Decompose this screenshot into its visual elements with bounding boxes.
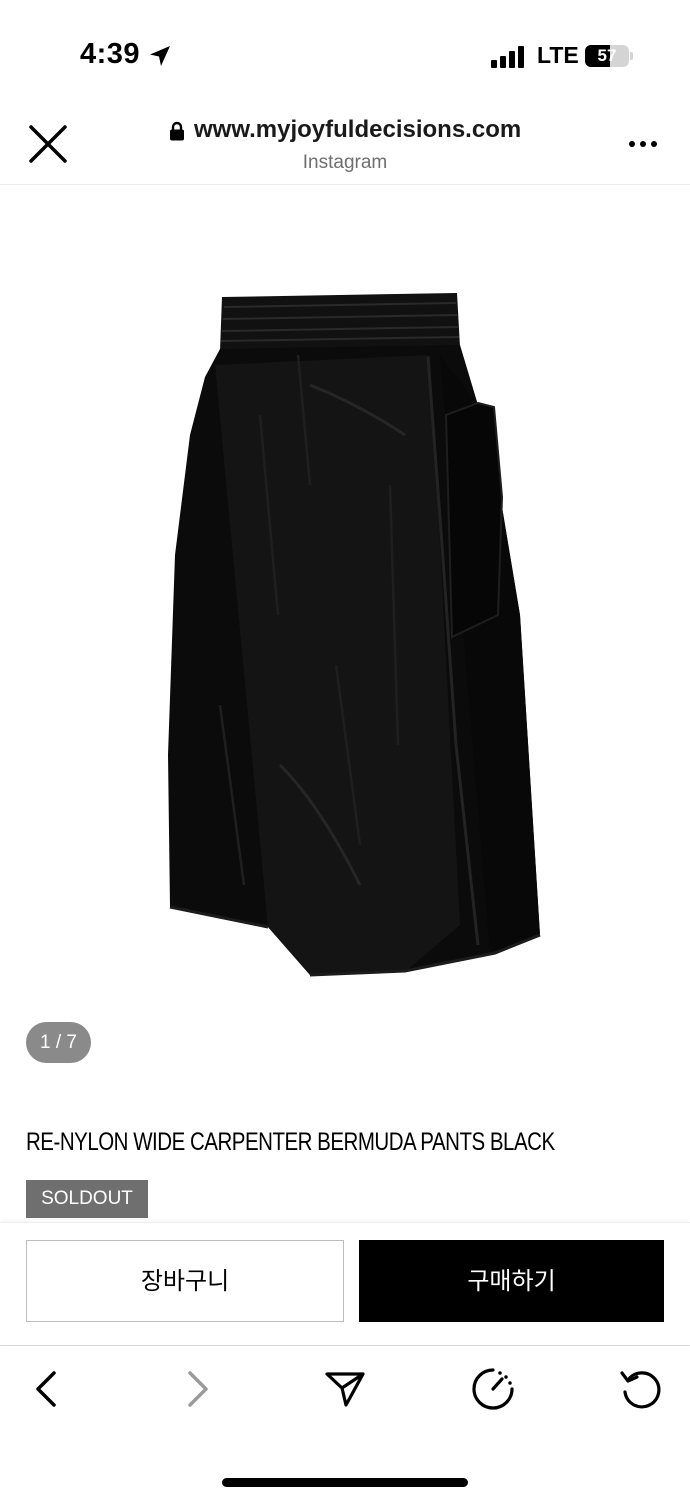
back-icon[interactable] [24, 1366, 70, 1412]
battery-tip [630, 52, 633, 60]
buy-button[interactable]: 구매하기 [359, 1240, 664, 1322]
lock-icon [170, 121, 184, 141]
source-app-label: Instagram [302, 152, 388, 173]
page-url[interactable]: www.myjoyfuldecisions.com [194, 116, 521, 144]
more-icon[interactable] [620, 132, 664, 156]
battery-percent: 57 [597, 46, 617, 65]
home-indicator[interactable] [222, 1478, 468, 1487]
status-time: 4:39 [80, 38, 141, 70]
soldout-badge: SOLDOUT [26, 1180, 148, 1218]
speed-icon[interactable] [470, 1366, 516, 1412]
reload-icon[interactable] [618, 1366, 664, 1412]
product-image[interactable] [160, 285, 550, 985]
network-type: LTE [537, 42, 579, 68]
cellular-signal-icon [491, 46, 525, 68]
battery-icon: 57 [585, 45, 629, 67]
image-counter: 1 / 7 [26, 1022, 91, 1063]
location-arrow-icon [150, 46, 170, 66]
toolbar-divider [0, 1345, 690, 1346]
share-icon[interactable] [322, 1366, 368, 1412]
cart-button[interactable]: 장바구니 [26, 1240, 344, 1322]
forward-icon[interactable] [174, 1366, 220, 1412]
product-title: RE-NYLON WIDE CARPENTER BERMUDA PANTS BL… [26, 1128, 555, 1156]
header-divider [0, 184, 690, 185]
